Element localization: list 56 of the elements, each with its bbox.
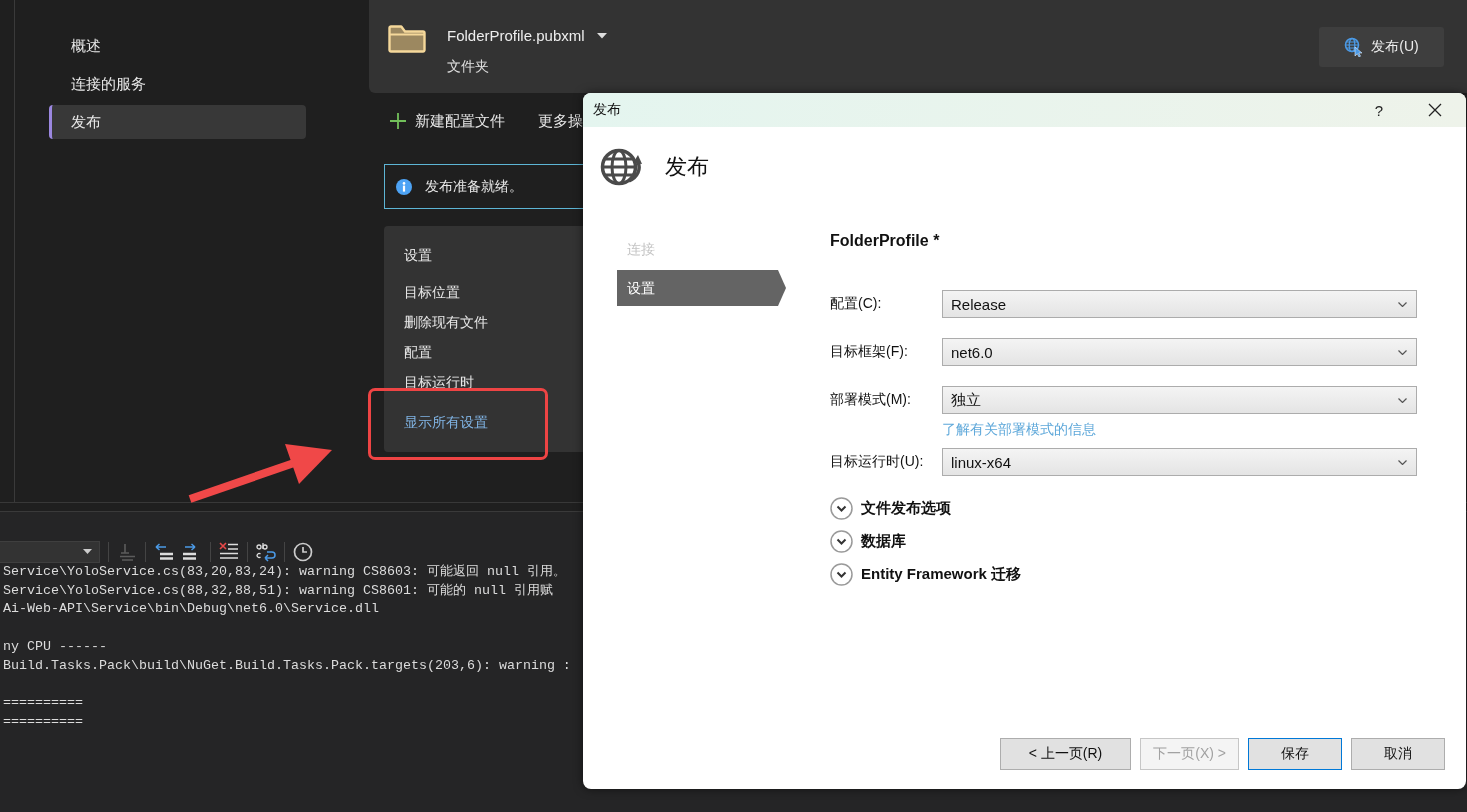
dialog-button[interactable]: 取消 — [1351, 738, 1445, 770]
output-line: ny CPU ------ — [3, 637, 107, 656]
dialog-button[interactable]: 保存 — [1248, 738, 1342, 770]
step-item[interactable]: 设置 — [617, 270, 786, 306]
settings-item: 目标位置 — [404, 283, 460, 302]
dropdown[interactable]: net6.0 — [942, 338, 1417, 366]
settings-title: 设置 — [404, 246, 432, 265]
close-icon[interactable] — [1428, 103, 1442, 117]
globe-icon — [600, 147, 642, 187]
plus-icon — [390, 113, 406, 129]
section-toggle[interactable]: Entity Framework 迁移 — [830, 562, 1022, 586]
dropdown[interactable]: linux-x64 — [942, 448, 1417, 476]
info-icon — [396, 178, 412, 195]
field-label: 部署模式(M): — [830, 391, 912, 409]
output-line: ========== — [3, 693, 83, 712]
field-label: 目标运行时(U): — [830, 453, 925, 471]
settings-item: 删除现有文件 — [404, 313, 488, 332]
output-line: ========== — [3, 712, 83, 731]
dialog-button[interactable]: < 上一页(R) — [999, 738, 1132, 770]
show-all-settings-link[interactable]: 显示所有设置 — [404, 412, 488, 432]
profile-type: 文件夹 — [447, 57, 489, 76]
word-wrap-icon[interactable] — [256, 541, 276, 562]
help-button[interactable]: ? — [1364, 96, 1394, 124]
dropdown[interactable]: Release — [942, 290, 1417, 318]
nav-item[interactable]: 发布 — [49, 105, 306, 139]
nav-item[interactable]: 概述 — [49, 29, 306, 63]
globe-icon — [1344, 37, 1365, 57]
chevron-down-icon — [1398, 301, 1407, 307]
folder-icon — [388, 25, 426, 53]
chevron-down-icon — [1398, 397, 1407, 403]
clear-all-icon[interactable] — [219, 541, 239, 562]
output-line: Build.Tasks.Pack\build\NuGet.Build.Tasks.Pack.targets(203,6): warning : — [3, 656, 571, 675]
section-toggle[interactable]: 数据库 — [830, 529, 906, 553]
output-line: Service\YoloService.cs(83,20,83,24): warning CS8603: 可能返回 null 引用。 — [3, 563, 566, 581]
caret-icon — [83, 549, 92, 554]
left-arrow-lines-icon[interactable] — [154, 541, 174, 562]
chevron-down-icon — [1398, 459, 1407, 465]
profile-title: FolderProfile * — [830, 231, 941, 251]
dialog-heading: 发布 — [665, 153, 709, 181]
output-line: Service\YoloService.cs(88,32,88,51): warning CS8601: 可能的 null 引用赋 — [3, 581, 553, 600]
profile-dropdown[interactable]: FolderProfile.pubxml — [447, 24, 607, 48]
section-toggle[interactable]: 文件发布选项 — [830, 496, 951, 520]
nav-item[interactable]: 连接的服务 — [49, 67, 306, 101]
info-message: 发布准备就绪。 — [425, 177, 523, 196]
clock-icon[interactable] — [293, 541, 313, 562]
output-line: Ai-Web-API\Service\bin\Debug\net6.0\Service.dll — [3, 600, 379, 619]
publish-button[interactable]: 发布(U) — [1319, 27, 1444, 67]
field-label: 配置(C): — [830, 295, 883, 313]
more-actions-button[interactable]: 更多操 — [538, 111, 583, 131]
dropdown[interactable]: 独立 — [942, 386, 1417, 414]
new-profile-button[interactable]: 新建配置文件 — [390, 111, 505, 131]
caret-icon — [596, 33, 607, 39]
dialog-title: 发布 — [593, 101, 621, 119]
field-label: 目标框架(F): — [830, 343, 909, 361]
chevron-down-icon — [1398, 349, 1407, 355]
settings-item: 配置 — [404, 343, 432, 362]
